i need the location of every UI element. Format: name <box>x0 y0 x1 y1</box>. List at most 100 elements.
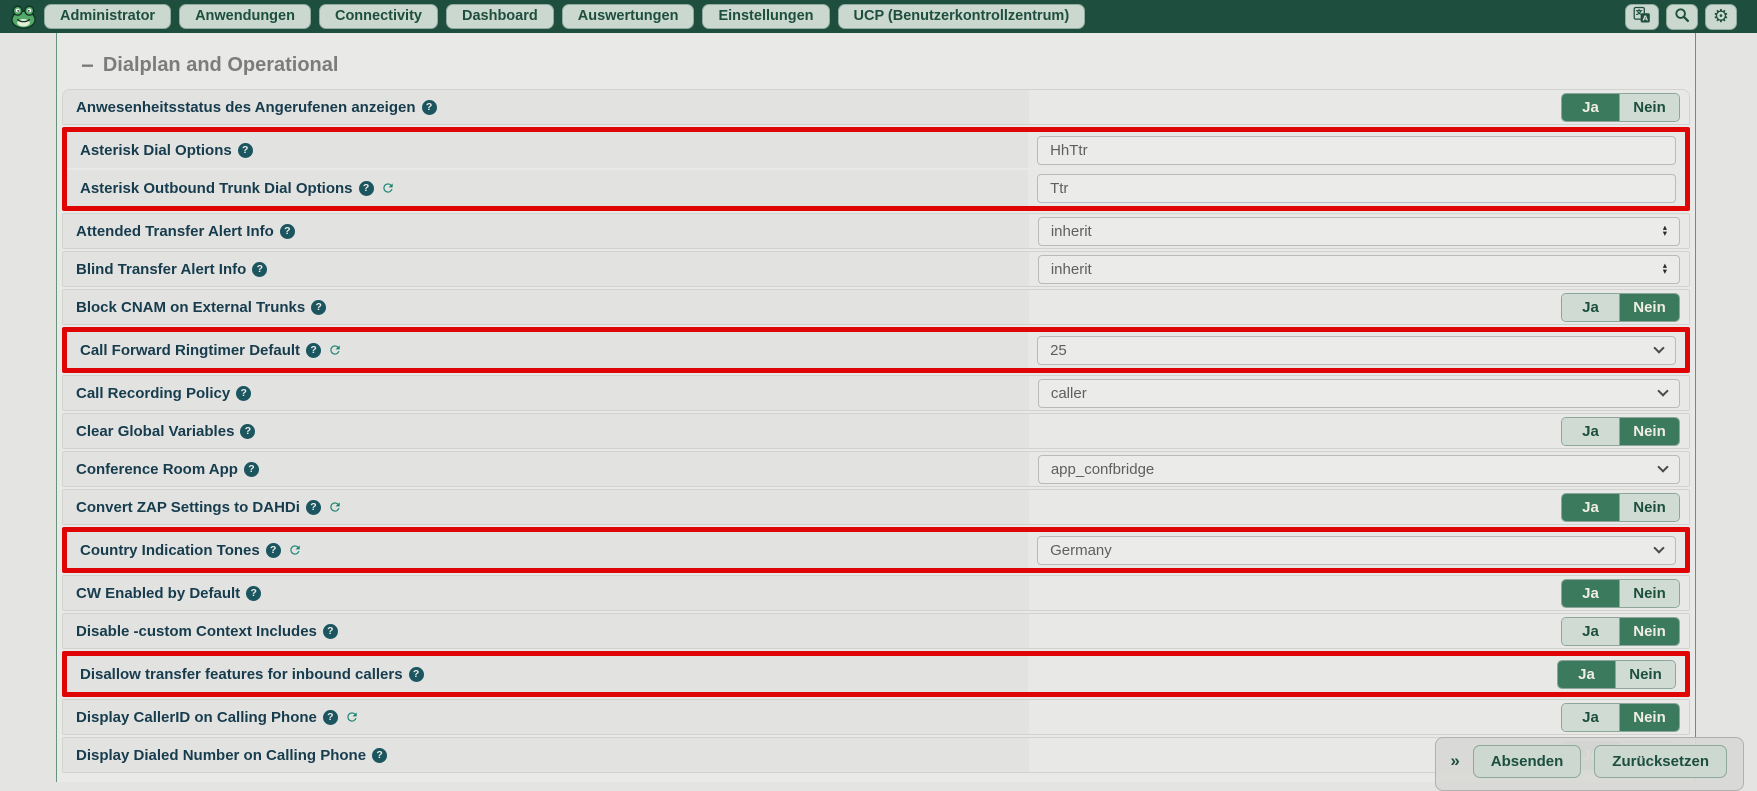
refresh-icon[interactable] <box>288 543 302 557</box>
setting-row: CW Enabled by Default?JaNein <box>62 575 1690 611</box>
setting-group: Conference Room App?app_confbridge <box>62 451 1690 487</box>
toggle-yes-button[interactable]: Ja <box>1562 618 1619 645</box>
yes-no-toggle: JaNein <box>1561 493 1680 522</box>
setting-row: Asterisk Dial Options? <box>67 132 1685 168</box>
help-icon[interactable]: ? <box>246 586 261 601</box>
help-icon[interactable]: ? <box>323 710 338 725</box>
setting-control-cell: JaNein <box>1029 290 1689 324</box>
setting-label-cell: Clear Global Variables? <box>63 414 1029 448</box>
search-button[interactable] <box>1666 4 1698 30</box>
select-value: 25 <box>1050 342 1067 359</box>
help-icon[interactable]: ? <box>323 624 338 639</box>
setting-control-cell: JaNein <box>1029 700 1689 734</box>
help-icon[interactable]: ? <box>280 224 295 239</box>
reset-button[interactable]: Zurücksetzen <box>1594 745 1727 778</box>
toggle-yes-button[interactable]: Ja <box>1562 494 1619 521</box>
changed-setting-group: Country Indication Tones?Germany <box>62 527 1690 573</box>
nav-item-connectivity[interactable]: Connectivity <box>319 4 438 29</box>
top-nav-bar: Administrator Anwendungen Connectivity Dash… <box>0 0 1757 33</box>
help-icon[interactable]: ? <box>236 386 251 401</box>
toggle-yes-button[interactable]: Ja <box>1562 294 1619 321</box>
setting-row: Attended Transfer Alert Info?inherit▴▾ <box>62 213 1690 249</box>
section-header: − Dialplan and Operational <box>81 54 1695 77</box>
translate-button[interactable]: A <box>1625 4 1659 30</box>
select-input[interactable]: app_confbridge <box>1038 455 1680 484</box>
setting-label-cell: Convert ZAP Settings to DAHDi? <box>63 490 1029 524</box>
text-input[interactable] <box>1037 174 1676 203</box>
refresh-icon[interactable] <box>328 500 342 514</box>
toggle-yes-button[interactable]: Ja <box>1558 661 1615 688</box>
setting-group: Disable -custom Context Includes?JaNein <box>62 613 1690 649</box>
toggle-yes-button[interactable]: Ja <box>1562 418 1619 445</box>
toggle-no-button[interactable]: Nein <box>1619 94 1679 121</box>
setting-label: Convert ZAP Settings to DAHDi <box>76 499 300 516</box>
setting-control-cell: caller <box>1029 376 1689 410</box>
changed-setting-group: Asterisk Dial Options?Asterisk Outbound … <box>62 127 1690 211</box>
nav-item-auswertungen[interactable]: Auswertungen <box>562 4 695 29</box>
select-input[interactable]: inherit▴▾ <box>1038 217 1680 246</box>
toggle-yes-button[interactable]: Ja <box>1562 94 1619 121</box>
frog-logo[interactable] <box>6 2 40 32</box>
toggle-no-button[interactable]: Nein <box>1619 418 1679 445</box>
toggle-no-button[interactable]: Nein <box>1619 618 1679 645</box>
chevron-down-icon <box>1659 467 1667 471</box>
setting-control-cell: Germany <box>1028 532 1685 568</box>
help-icon[interactable]: ? <box>240 424 255 439</box>
setting-row: Conference Room App?app_confbridge <box>62 451 1690 487</box>
toggle-no-button[interactable]: Nein <box>1619 294 1679 321</box>
help-icon[interactable]: ? <box>422 100 437 115</box>
help-icon[interactable]: ? <box>311 300 326 315</box>
select-input[interactable]: inherit ▴▾ <box>1038 255 1680 284</box>
updown-arrows-icon: ▴▾ <box>1663 263 1667 276</box>
help-icon[interactable]: ? <box>306 343 321 358</box>
toggle-no-button[interactable]: Nein <box>1619 704 1679 731</box>
settings-button[interactable]: ⚙ <box>1705 4 1737 30</box>
help-icon[interactable]: ? <box>266 543 281 558</box>
setting-group: CW Enabled by Default?JaNein <box>62 575 1690 611</box>
help-icon[interactable]: ? <box>252 262 267 277</box>
setting-row: Block CNAM on External Trunks?JaNein <box>62 289 1690 325</box>
select-input[interactable]: caller <box>1038 379 1680 408</box>
setting-group: Blind Transfer Alert Info?inherit▴▾ <box>62 251 1690 287</box>
chevron-down-icon <box>1655 348 1663 352</box>
expand-button[interactable]: » <box>1450 751 1459 771</box>
select-value: inherit <box>1051 261 1092 278</box>
content-panel: − Dialplan and Operational Anwesenheitss… <box>56 33 1696 782</box>
nav-item-ucp-benutzerkontrollzentrum[interactable]: UCP (Benutzerkontrollzentrum) <box>838 4 1086 29</box>
help-icon[interactable]: ? <box>372 748 387 763</box>
help-icon[interactable]: ? <box>306 500 321 515</box>
refresh-icon[interactable] <box>345 710 359 724</box>
help-icon[interactable]: ? <box>409 667 424 682</box>
setting-row: Anwesenheitsstatus des Angerufenen anzei… <box>62 89 1690 125</box>
setting-label-cell: Call Recording Policy? <box>63 376 1029 410</box>
setting-control-cell: app_confbridge <box>1029 452 1689 486</box>
setting-group: Convert ZAP Settings to DAHDi? JaNein <box>62 489 1690 525</box>
setting-label: Asterisk Outbound Trunk Dial Options <box>80 180 353 197</box>
toggle-yes-button[interactable]: Ja <box>1562 580 1619 607</box>
nav-item-dashboard[interactable]: Dashboard <box>446 4 554 29</box>
setting-label-cell: Asterisk Outbound Trunk Dial Options? <box>67 170 1028 206</box>
yes-no-toggle: JaNein <box>1561 93 1680 122</box>
toggle-no-button[interactable]: Nein <box>1619 580 1679 607</box>
toggle-yes-button[interactable]: Ja <box>1562 704 1619 731</box>
refresh-icon[interactable] <box>381 181 395 195</box>
nav-item-anwendungen[interactable]: Anwendungen <box>179 4 311 29</box>
help-icon[interactable]: ? <box>359 181 374 196</box>
text-input[interactable] <box>1037 136 1676 165</box>
setting-label-cell: Block CNAM on External Trunks? <box>63 290 1029 324</box>
select-input[interactable]: Germany <box>1037 536 1676 565</box>
toggle-no-button[interactable]: Nein <box>1619 494 1679 521</box>
select-input[interactable]: 25 <box>1037 336 1676 365</box>
submit-button[interactable]: Absenden <box>1473 745 1582 778</box>
collapse-section-icon[interactable]: − <box>81 55 94 77</box>
help-icon[interactable]: ? <box>244 462 259 477</box>
chevron-down-icon <box>1655 548 1663 552</box>
nav-item-einstellungen[interactable]: Einstellungen <box>702 4 829 29</box>
updown-arrows-icon: ▴▾ <box>1663 225 1667 238</box>
help-icon[interactable]: ? <box>238 143 253 158</box>
nav-item-administrator[interactable]: Administrator <box>44 4 171 29</box>
setting-control-cell: inherit ▴▾ <box>1029 252 1689 286</box>
toggle-no-button[interactable]: Nein <box>1615 661 1675 688</box>
refresh-icon[interactable] <box>328 343 342 357</box>
setting-group: Display CallerID on Calling Phone?JaNein <box>62 699 1690 735</box>
